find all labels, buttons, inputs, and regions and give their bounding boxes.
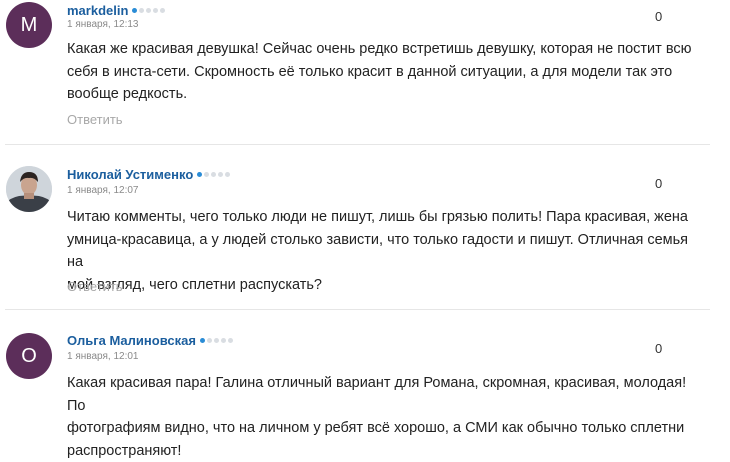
author-name[interactable]: Николай Устименко (67, 167, 193, 182)
rating-dot (139, 8, 144, 13)
author-name[interactable]: markdelin (67, 3, 128, 18)
user-rating-dots (200, 338, 233, 343)
comment-score: 0 (655, 176, 662, 191)
avatar-letter: О (21, 345, 37, 368)
user-rating-dots (132, 8, 165, 13)
rating-dot (221, 338, 226, 343)
rating-dot (160, 8, 165, 13)
comment-text-line: умница-красавица, а у людей столько зави… (67, 229, 707, 274)
comment-text-line: Какая красивая пара! Галина отличный вар… (67, 372, 707, 417)
avatar[interactable]: M (6, 2, 52, 48)
reply-button[interactable]: Ответить (67, 112, 123, 127)
rating-dot (228, 338, 233, 343)
rating-dot (204, 172, 209, 177)
rating-dot (146, 8, 151, 13)
avatar-letter: M (21, 14, 38, 37)
avatar[interactable]: О (6, 333, 52, 379)
comment-text: Какая красивая пара! Галина отличный вар… (67, 372, 707, 462)
comment-author[interactable]: Ольга Малиновская (67, 333, 233, 348)
comment-text-line: Какая же красивая девушка! Сейчас очень … (67, 38, 707, 61)
avatar[interactable] (6, 166, 52, 212)
comment-item: О Ольга Малиновская 1 января, 12:01 0 Ка… (0, 310, 730, 447)
user-rating-dots (197, 172, 230, 177)
rating-dot (225, 172, 230, 177)
author-name[interactable]: Ольга Малиновская (67, 333, 196, 348)
rating-dot-active (132, 8, 137, 13)
comment-text-line: мой взгляд, чего сплетни распускать? (67, 274, 707, 297)
comment-item: Николай Устименко 1 января, 12:07 0 Чита… (0, 145, 730, 305)
comment-item: M markdelin 1 января, 12:13 0 Какая же к… (0, 0, 730, 140)
comment-text-line: Читаю комменты, чего только люди не пишу… (67, 206, 707, 229)
rating-dot (207, 338, 212, 343)
comment-date: 1 января, 12:13 (67, 19, 138, 30)
rating-dot-active (200, 338, 205, 343)
comment-text: Читаю комменты, чего только люди не пишу… (67, 206, 707, 296)
comment-text-line: распространяют! (67, 440, 707, 462)
comment-author[interactable]: markdelin (67, 3, 165, 18)
rating-dot (214, 338, 219, 343)
comment-author[interactable]: Николай Устименко (67, 167, 230, 182)
comment-text: Какая же красивая девушка! Сейчас очень … (67, 38, 707, 106)
comment-score: 0 (655, 9, 662, 24)
user-photo-icon (6, 166, 52, 212)
rating-dot (153, 8, 158, 13)
reply-button[interactable]: Ответить (67, 279, 123, 294)
comment-date: 1 января, 12:01 (67, 351, 138, 362)
comment-text-line: вообще редкость. (67, 83, 707, 106)
comment-score: 0 (655, 341, 662, 356)
comment-text-line: фотографиям видно, что на личном у ребят… (67, 417, 707, 440)
rating-dot (218, 172, 223, 177)
comment-text-line: себя в инста-сети. Скромность её только … (67, 61, 707, 84)
comment-date: 1 января, 12:07 (67, 185, 138, 196)
rating-dot-active (197, 172, 202, 177)
rating-dot (211, 172, 216, 177)
